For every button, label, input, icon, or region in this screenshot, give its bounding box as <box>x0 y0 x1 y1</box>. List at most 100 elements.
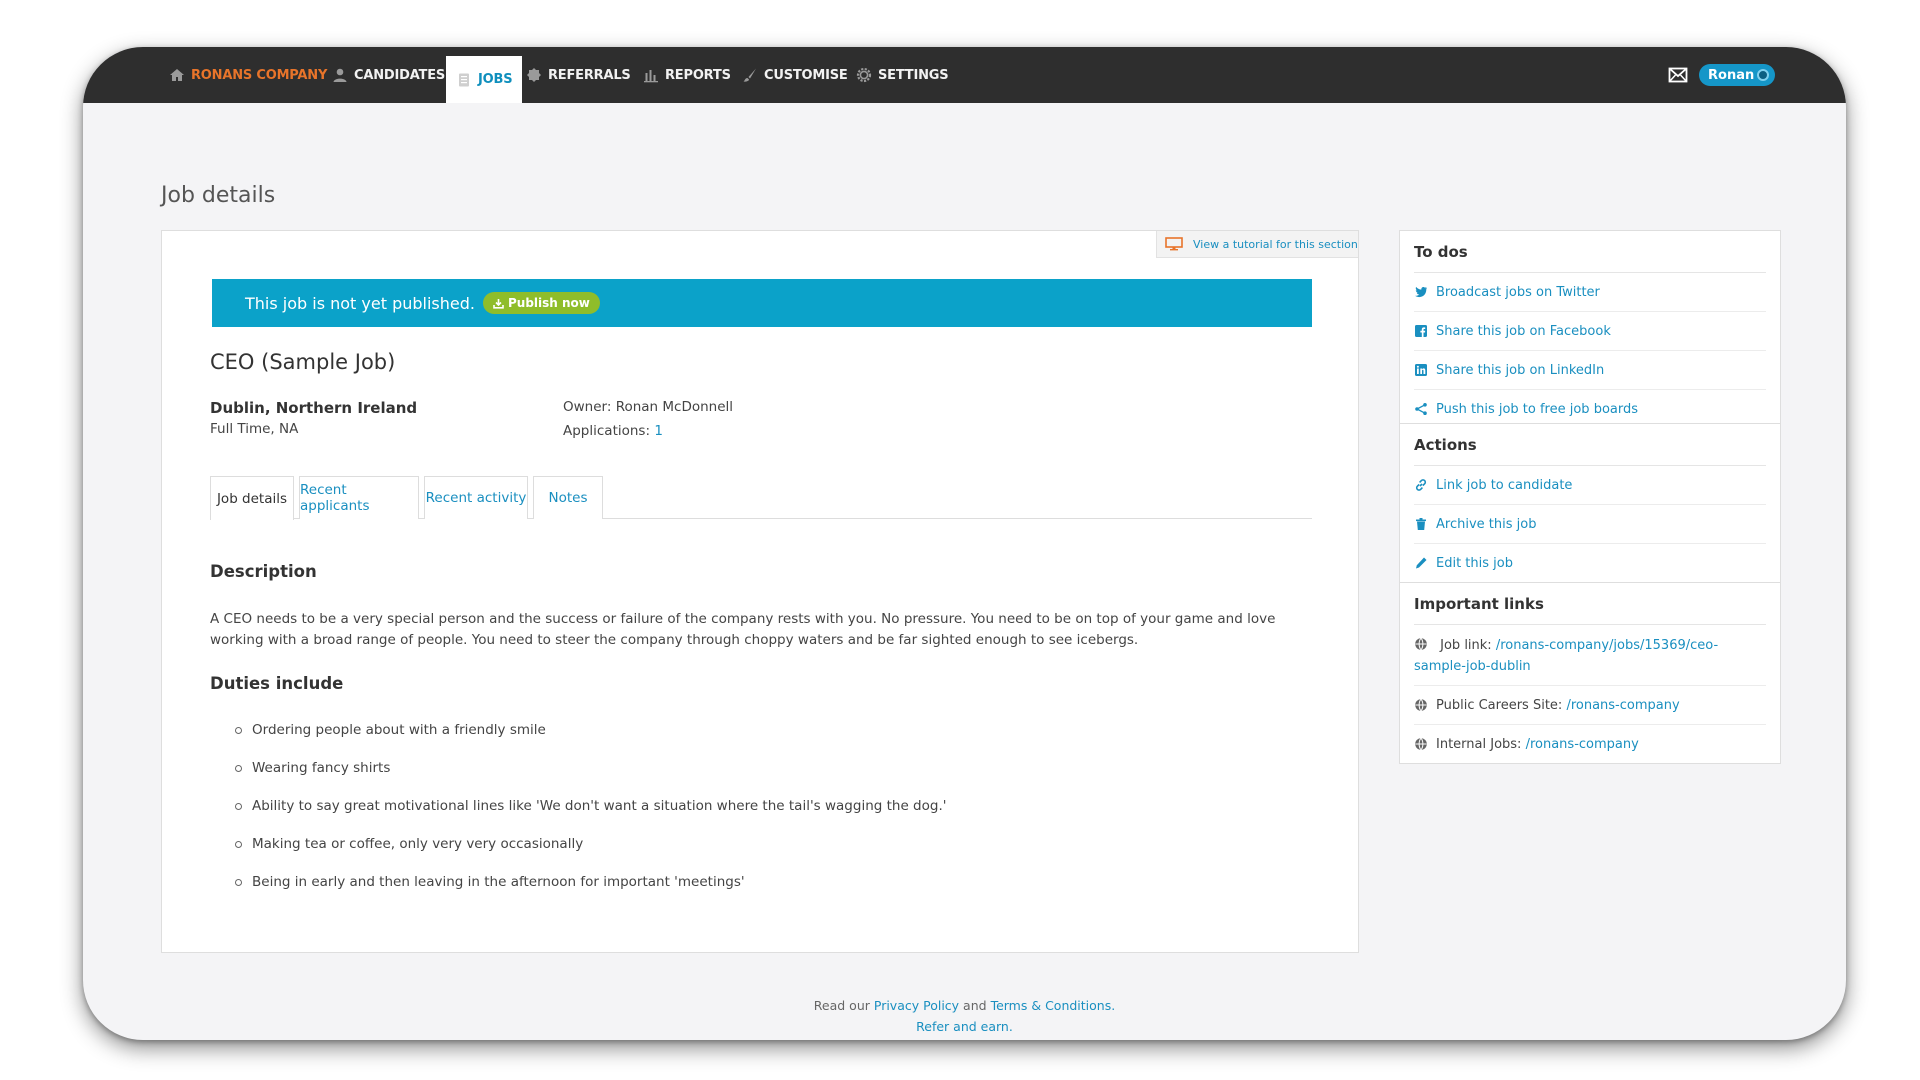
duty-text: Ordering people about with a friendly sm… <box>252 722 546 738</box>
unpublished-message: This job is not yet published. <box>245 293 475 313</box>
job-applications: Applications: 1 <box>563 423 663 439</box>
careers-site-link[interactable]: /ronans-company <box>1566 695 1679 716</box>
nav-label: CANDIDATES <box>354 67 446 83</box>
globe-icon <box>1415 698 1427 712</box>
tab-notes[interactable]: Notes <box>533 476 603 519</box>
internal-jobs-row: Internal Jobs: /ronans-company <box>1414 725 1766 763</box>
footer: Read our Privacy Policy and Terms & Cond… <box>83 995 1846 1037</box>
internal-jobs-link[interactable]: /ronans-company <box>1526 734 1639 755</box>
terms-link[interactable]: Terms & Conditions. <box>991 998 1116 1013</box>
mail-icon[interactable] <box>1668 66 1688 84</box>
bullet-icon <box>235 765 242 772</box>
list-item: Wearing fancy shirts <box>210 758 1310 796</box>
download-icon <box>493 298 504 309</box>
todo-facebook[interactable]: Share this job on Facebook <box>1414 312 1766 351</box>
linkedin-icon <box>1415 364 1427 376</box>
actions-title: Actions <box>1414 424 1766 466</box>
bullet-icon <box>235 727 242 734</box>
nav-label: REPORTS <box>665 67 731 83</box>
nav-item-referrals[interactable]: REFERRALS <box>526 47 631 103</box>
action-label: Archive this job <box>1436 517 1537 532</box>
home-icon <box>170 69 184 81</box>
nav-brand-home[interactable]: RONANS COMPANY <box>169 47 327 103</box>
bar-chart-icon <box>644 70 658 83</box>
nav-label: CUSTOMISE <box>764 67 848 83</box>
tab-label: Notes <box>548 490 588 506</box>
duty-text: Making tea or coffee, only very very occ… <box>252 836 584 852</box>
app-window: RONANS COMPANY CANDIDATES JOBS REFERRALS… <box>83 47 1846 1040</box>
tab-recent-applicants[interactable]: Recent applicants <box>299 476 419 519</box>
footer-legal-line: Read our Privacy Policy and Terms & Cond… <box>83 995 1846 1016</box>
twitter-icon <box>1415 286 1427 298</box>
job-link-label: Job link: <box>1440 638 1492 653</box>
privacy-policy-link[interactable]: Privacy Policy <box>874 998 959 1013</box>
job-link-row: Job link: /ronans-company/jobs/15369/ceo… <box>1414 625 1766 686</box>
document-icon <box>459 73 469 86</box>
important-links-title: Important links <box>1414 583 1766 625</box>
publish-now-button[interactable]: Publish now <box>483 292 600 314</box>
nav-item-customise[interactable]: CUSTOMISE <box>742 47 848 103</box>
applications-count-link[interactable]: 1 <box>654 423 663 439</box>
description-text: A CEO needs to be a very special person … <box>210 611 1276 648</box>
link-job-to-candidate-action[interactable]: Link job to candidate <box>1414 466 1766 505</box>
list-item: Ability to say great motivational lines … <box>210 796 1310 834</box>
duty-text: Ability to say great motivational lines … <box>252 798 947 814</box>
tab-recent-activity[interactable]: Recent activity <box>424 476 528 519</box>
tutorial-link[interactable]: View a tutorial for this section <box>1156 231 1358 258</box>
todos-title: To dos <box>1414 231 1766 273</box>
nav-item-reports[interactable]: REPORTS <box>643 47 731 103</box>
nav-label: SETTINGS <box>878 67 949 83</box>
job-title: CEO (Sample Job) <box>210 350 396 374</box>
footer-prefix: Read our <box>813 998 870 1013</box>
bullet-icon <box>235 803 242 810</box>
tab-job-details[interactable]: Job details <box>210 476 294 520</box>
globe-icon <box>1415 637 1427 651</box>
description-heading: Description <box>210 562 317 581</box>
brush-icon <box>743 68 756 82</box>
owner-value: Ronan McDonnell <box>615 399 734 415</box>
todo-label: Share this job on LinkedIn <box>1436 363 1605 378</box>
list-item: Being in early and then leaving in the a… <box>210 872 1310 910</box>
nav-item-settings[interactable]: SETTINGS <box>856 47 949 103</box>
brand-label: RONANS COMPANY <box>191 67 328 83</box>
share-icon <box>1415 403 1427 415</box>
duty-text: Wearing fancy shirts <box>252 760 391 776</box>
tab-label: Recent applicants <box>300 482 370 514</box>
duties-list: Ordering people about with a friendly sm… <box>210 720 1310 910</box>
careers-site-row: Public Careers Site: /ronans-company <box>1414 686 1766 725</box>
archive-job-action[interactable]: Archive this job <box>1414 505 1766 544</box>
link-icon <box>1415 479 1427 491</box>
footer-refer-line: Refer and earn. <box>83 1016 1846 1037</box>
user-status-icon <box>1757 69 1769 81</box>
badge-icon <box>527 68 541 82</box>
tab-label: Recent activity <box>425 490 527 506</box>
job-tabs: Job details Recent applicants Recent act… <box>210 476 1312 520</box>
todo-label: Share this job on Facebook <box>1436 324 1611 339</box>
user-menu-button[interactable]: Ronan <box>1699 64 1775 86</box>
nav-label: REFERRALS <box>548 67 631 83</box>
todo-linkedin[interactable]: Share this job on LinkedIn <box>1414 351 1766 390</box>
todo-twitter[interactable]: Broadcast jobs on Twitter <box>1414 273 1766 312</box>
careers-site-label: Public Careers Site: <box>1436 698 1563 713</box>
bullet-icon <box>235 879 242 886</box>
duty-text: Being in early and then leaving in the a… <box>252 874 745 890</box>
monitor-icon <box>1165 237 1183 251</box>
publish-now-label: Publish now <box>508 296 590 310</box>
nav-item-candidates[interactable]: CANDIDATES <box>332 47 445 103</box>
tab-label: Job details <box>216 490 288 507</box>
nav-item-jobs[interactable]: JOBS <box>446 56 523 103</box>
list-item: Making tea or coffee, only very very occ… <box>210 834 1310 872</box>
internal-jobs-label: Internal Jobs: <box>1436 737 1522 752</box>
facebook-icon <box>1415 325 1427 337</box>
page-title: Job details <box>161 183 276 208</box>
duties-heading: Duties include <box>210 674 344 693</box>
edit-job-action[interactable]: Edit this job <box>1414 544 1766 582</box>
trash-icon <box>1416 518 1426 530</box>
list-item: Ordering people about with a friendly sm… <box>210 720 1310 758</box>
tutorial-link-label: View a tutorial for this section <box>1193 237 1358 251</box>
footer-and: and <box>963 998 987 1013</box>
actions-panel: Actions Link job to candidate Archive th… <box>1399 423 1781 583</box>
pencil-icon <box>1416 557 1427 569</box>
user-name: Ronan <box>1708 67 1755 83</box>
refer-and-earn-link[interactable]: Refer and earn. <box>916 1019 1013 1034</box>
